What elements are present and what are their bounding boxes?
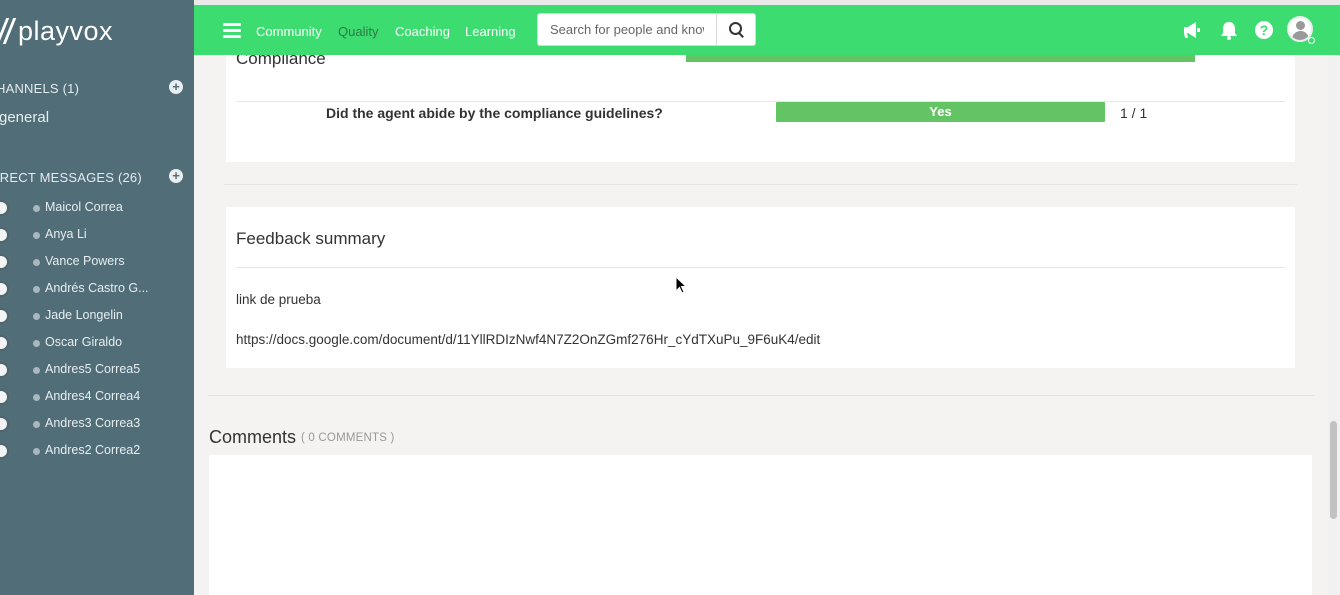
divider	[236, 101, 1285, 102]
dm-item[interactable]: Andres2 Correa2	[0, 441, 194, 468]
dm-name: Andres5 Correa5	[45, 362, 141, 376]
avatar	[0, 443, 9, 459]
section-score-bar	[686, 55, 1195, 62]
mouse-cursor-icon	[675, 276, 687, 294]
dm-name: Anya Li	[45, 227, 87, 241]
feedback-link[interactable]: https://docs.google.com/document/d/11Yll…	[236, 332, 820, 347]
page-scrollbar[interactable]	[1328, 55, 1340, 595]
avatar	[0, 200, 9, 216]
feedback-summary-title: Feedback summary	[236, 229, 386, 248]
main-content: Compliance Did the agent abide by the co…	[194, 55, 1328, 595]
compliance-question: Did the agent abide by the compliance gu…	[326, 105, 663, 121]
avatar	[0, 389, 9, 405]
nav-link-community[interactable]: Community	[256, 24, 322, 39]
presence-dot-icon	[33, 259, 40, 266]
dm-name: Oscar Giraldo	[45, 335, 123, 349]
presence-dot-icon	[33, 421, 40, 428]
dm-item[interactable]: Andres4 Correa4	[0, 387, 194, 414]
presence-dot-icon	[33, 340, 40, 347]
avatar	[0, 335, 9, 351]
bell-icon[interactable]	[1218, 19, 1240, 41]
help-icon[interactable]: ?	[1255, 21, 1273, 39]
presence-dot-icon	[33, 286, 40, 293]
dm-item[interactable]: Andrés Castro G...	[0, 279, 194, 306]
divider	[236, 267, 1285, 268]
direct-messages-header[interactable]: IRECT MESSAGES (26)	[0, 170, 142, 185]
nav-link-learning[interactable]: Learning	[465, 24, 516, 39]
question-score: 1 / 1	[1120, 105, 1148, 121]
avatar	[0, 254, 9, 270]
feedback-text: link de prueba	[236, 292, 321, 307]
add-channel-icon[interactable]: +	[169, 80, 183, 94]
avatar	[0, 308, 9, 324]
hamburger-menu-icon[interactable]	[223, 23, 241, 38]
presence-dot-icon	[33, 232, 40, 239]
avatar	[0, 281, 9, 297]
presence-dot-icon	[33, 394, 40, 401]
search-input[interactable]	[537, 13, 717, 46]
top-navigation-bar: Community Quality Coaching Learning ?	[194, 5, 1340, 55]
online-status-icon	[1308, 37, 1315, 44]
dm-item[interactable]: Oscar Giraldo	[0, 333, 194, 360]
dm-item[interactable]: Maicol Correa	[0, 198, 194, 225]
dm-item[interactable]: Andres5 Correa5	[0, 360, 194, 387]
sidebar: playvox HANNELS (1) + general IRECT MESS…	[0, 0, 194, 595]
channels-header[interactable]: HANNELS (1)	[0, 81, 79, 96]
dm-item[interactable]: Anya Li	[0, 225, 194, 252]
megaphone-icon[interactable]	[1181, 19, 1203, 41]
nav-link-quality[interactable]: Quality	[338, 24, 378, 39]
presence-dot-icon	[33, 205, 40, 212]
search-icon	[728, 22, 744, 37]
comments-count: ( 0 COMMENTS )	[301, 432, 395, 444]
logo-mark-icon	[0, 18, 14, 44]
playvox-logo[interactable]: playvox	[0, 16, 113, 46]
dm-name: Andres4 Correa4	[45, 389, 141, 403]
dm-name: Andrés Castro G...	[45, 281, 149, 295]
channel-general[interactable]: general	[0, 109, 49, 126]
section-divider	[224, 184, 1297, 185]
dm-item[interactable]: Vance Powers	[0, 252, 194, 279]
logo-text: playvox	[18, 15, 114, 46]
dm-name: Vance Powers	[45, 254, 125, 268]
dm-name: Jade Longelin	[45, 308, 123, 322]
comments-divider	[208, 395, 1314, 396]
nav-link-coaching[interactable]: Coaching	[395, 24, 450, 39]
dm-name: Andres3 Correa3	[45, 416, 141, 430]
presence-dot-icon	[33, 367, 40, 374]
scrollbar-thumb[interactable]	[1330, 421, 1337, 519]
dm-name: Maicol Correa	[45, 200, 123, 214]
compliance-section-title: Compliance	[236, 55, 326, 68]
dm-item[interactable]: Andres3 Correa3	[0, 414, 194, 441]
presence-dot-icon	[33, 448, 40, 455]
avatar	[0, 362, 9, 378]
comments-title: Comments	[209, 427, 297, 447]
direct-message-list: Maicol Correa Anya Li Vance Powers André…	[0, 198, 194, 468]
answer-yes-bar: Yes	[776, 102, 1105, 122]
avatar	[0, 416, 9, 432]
comments-box[interactable]	[209, 455, 1312, 595]
search-button[interactable]	[716, 13, 756, 46]
compliance-card: Compliance Did the agent abide by the co…	[226, 55, 1295, 162]
avatar	[0, 227, 9, 243]
dm-name: Andres2 Correa2	[45, 443, 141, 457]
feedback-summary-card: Feedback summary link de prueba https://…	[226, 207, 1295, 368]
dm-item[interactable]: Jade Longelin	[0, 306, 194, 333]
add-direct-message-icon[interactable]: +	[169, 169, 183, 183]
presence-dot-icon	[33, 313, 40, 320]
